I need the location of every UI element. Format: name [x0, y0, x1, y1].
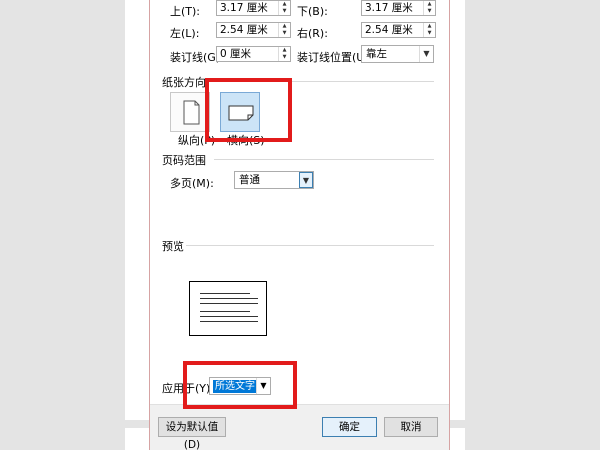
preview-text-line	[200, 303, 258, 304]
preview-text-line	[200, 293, 250, 294]
ok-button[interactable]: 确定	[322, 417, 377, 437]
annotation-highlight-orientation	[205, 78, 292, 142]
orientation-title: 纸张方向	[162, 76, 206, 89]
top-margin-label: 上(T):	[170, 5, 201, 18]
gutter-spinner[interactable]: 0 厘米 ▲ ▼	[216, 46, 291, 62]
left-margin-label: 左(L):	[170, 27, 200, 40]
section-divider	[214, 159, 434, 160]
preview-text-line	[200, 298, 258, 299]
bottom-margin-value[interactable]: 3.17 厘米	[365, 1, 413, 15]
spin-up-icon[interactable]: ▲	[279, 47, 290, 54]
left-margin-spinner[interactable]: 2.54 厘米 ▲ ▼	[216, 22, 291, 38]
chevron-down-icon[interactable]: ▼	[419, 46, 433, 62]
spin-up-icon[interactable]: ▲	[424, 23, 435, 30]
preview-page	[189, 281, 267, 336]
multiple-pages-select[interactable]: 普通 ▼	[234, 171, 314, 189]
multiple-pages-value: 普通	[239, 174, 260, 186]
spin-down-icon[interactable]: ▼	[424, 8, 435, 15]
bottom-margin-spinner[interactable]: 3.17 厘米 ▲ ▼	[361, 0, 436, 16]
top-margin-spinner[interactable]: 3.17 厘米 ▲ ▼	[216, 0, 291, 16]
top-margin-value[interactable]: 3.17 厘米	[220, 1, 268, 15]
spin-down-icon[interactable]: ▼	[279, 30, 290, 37]
gutter-position-value: 靠左	[366, 48, 387, 60]
section-divider	[186, 245, 434, 246]
preview-text-line	[200, 311, 250, 312]
spin-up-icon[interactable]: ▲	[279, 1, 290, 8]
spin-down-icon[interactable]: ▼	[279, 8, 290, 15]
gutter-position-select[interactable]: 靠左 ▼	[361, 45, 434, 63]
annotation-highlight-apply-to	[183, 361, 297, 409]
left-margin-value[interactable]: 2.54 厘米	[220, 23, 268, 37]
bottom-margin-label: 下(B):	[297, 5, 328, 18]
set-default-button[interactable]: 设为默认值(D)	[158, 417, 226, 450]
spin-up-icon[interactable]: ▲	[279, 23, 290, 30]
right-margin-spinner[interactable]: 2.54 厘米 ▲ ▼	[361, 22, 436, 38]
chevron-down-icon[interactable]: ▼	[299, 172, 313, 188]
multiple-pages-label: 多页(M):	[170, 177, 214, 190]
preview-text-line	[200, 321, 258, 322]
preview-text-line	[200, 316, 258, 317]
gutter-value[interactable]: 0 厘米	[220, 47, 251, 61]
right-margin-label: 右(R):	[297, 27, 328, 40]
spin-down-icon[interactable]: ▼	[424, 30, 435, 37]
preview-title: 预览	[162, 240, 184, 253]
spin-down-icon[interactable]: ▼	[279, 54, 290, 61]
page-range-title: 页码范围	[162, 154, 206, 167]
cancel-button[interactable]: 取消	[384, 417, 438, 437]
right-margin-value[interactable]: 2.54 厘米	[365, 23, 413, 37]
spin-up-icon[interactable]: ▲	[424, 1, 435, 8]
portrait-button[interactable]	[170, 92, 210, 132]
